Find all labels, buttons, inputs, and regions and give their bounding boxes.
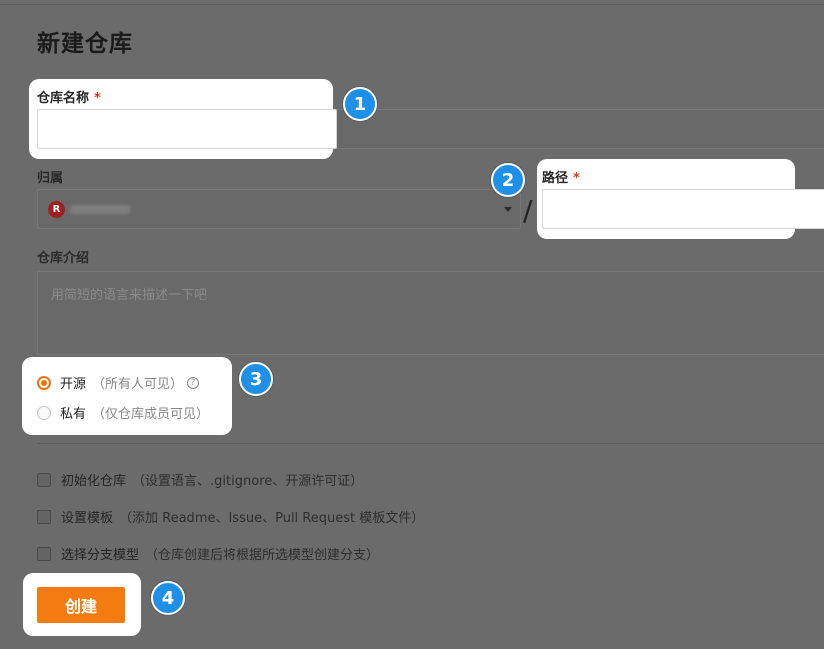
description-label: 仓库介绍 bbox=[37, 251, 90, 266]
checkbox-branch-model-box[interactable] bbox=[37, 546, 51, 561]
path-separator: / bbox=[523, 194, 533, 227]
required-mark: * bbox=[94, 91, 101, 106]
checkbox-template-hint: （添加 Readme、Issue、Pull Request 模板文件） bbox=[119, 511, 425, 526]
help-icon[interactable]: ? bbox=[187, 376, 200, 389]
path-input[interactable] bbox=[542, 189, 824, 229]
annotation-badge-1: 1 bbox=[343, 87, 377, 121]
visibility-private-label: 私有 bbox=[60, 407, 87, 422]
path-label: 路径 * bbox=[542, 167, 580, 186]
checkbox-init-repo-label: 初始化仓库 bbox=[61, 474, 127, 489]
page-title: 新建仓库 bbox=[37, 31, 133, 57]
owner-select[interactable]: R bbox=[37, 189, 521, 229]
repo-name-label: 仓库名称 * bbox=[37, 87, 101, 106]
description-textarea[interactable]: 用简短的语言来描述一下吧 bbox=[37, 271, 824, 355]
owner-label: 归属 bbox=[37, 171, 64, 186]
radio-private[interactable] bbox=[37, 405, 51, 420]
path-label-text: 路径 bbox=[542, 171, 569, 186]
required-mark: * bbox=[573, 171, 580, 186]
checkbox-template-box[interactable] bbox=[37, 509, 51, 524]
annotation-badge-3: 3 bbox=[239, 362, 273, 396]
checkbox-template[interactable]: 设置模板 （添加 Readme、Issue、Pull Request 模板文件） bbox=[37, 507, 424, 526]
highlight-visibility bbox=[22, 357, 232, 435]
repo-name-label-text: 仓库名称 bbox=[37, 91, 90, 106]
owner-name-blurred bbox=[70, 205, 130, 214]
radio-public[interactable] bbox=[37, 375, 51, 390]
visibility-option-public[interactable]: 开源 （所有人可见） ? bbox=[37, 373, 200, 392]
visibility-option-private[interactable]: 私有 （仅仓库成员可见） bbox=[37, 403, 209, 422]
repo-name-input-overflow bbox=[330, 109, 824, 149]
checkbox-init-repo-hint: （设置语言、.gitignore、开源许可证） bbox=[132, 474, 364, 489]
repo-name-input[interactable] bbox=[37, 109, 337, 149]
visibility-private-hint: （仅仓库成员可见） bbox=[92, 407, 210, 422]
checkbox-init-repo[interactable]: 初始化仓库 （设置语言、.gitignore、开源许可证） bbox=[37, 470, 363, 489]
create-button[interactable]: 创建 bbox=[37, 587, 125, 623]
visibility-public-hint: （所有人可见） bbox=[92, 377, 184, 392]
top-divider bbox=[0, 4, 824, 5]
avatar: R bbox=[48, 201, 65, 218]
section-divider bbox=[37, 443, 824, 444]
description-placeholder: 用简短的语言来描述一下吧 bbox=[51, 288, 208, 303]
checkbox-init-repo-box[interactable] bbox=[37, 472, 51, 487]
checkbox-branch-model-label: 选择分支模型 bbox=[61, 548, 140, 563]
annotation-badge-2: 2 bbox=[491, 163, 525, 197]
annotation-badge-4: 4 bbox=[151, 581, 185, 615]
chevron-down-icon bbox=[504, 207, 512, 212]
checkbox-branch-model-hint: （仓库创建后将根据所选模型创建分支） bbox=[145, 548, 380, 563]
checkbox-template-label: 设置模板 bbox=[61, 511, 114, 526]
visibility-public-label: 开源 bbox=[60, 377, 87, 392]
checkbox-branch-model[interactable]: 选择分支模型 （仓库创建后将根据所选模型创建分支） bbox=[37, 544, 379, 563]
